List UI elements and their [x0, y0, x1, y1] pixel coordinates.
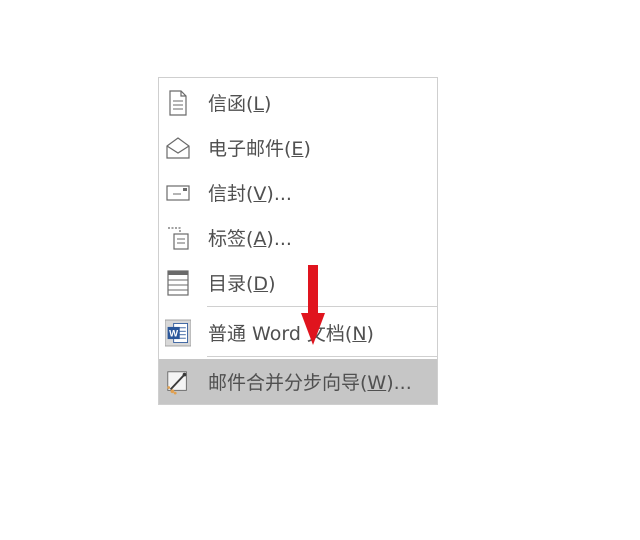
menu-item-label: 信封(V)... [208, 183, 292, 205]
start-mail-merge-menu: 信函(L) 电子邮件(E) 信封(V)... 标签(A)... 目录(D) W … [158, 77, 438, 405]
menu-item-label: 电子邮件(E) [208, 138, 311, 160]
menu-item-envelopes[interactable]: 信封(V)... [159, 170, 437, 215]
mail-merge-wizard-icon [165, 369, 191, 395]
menu-item-label: 邮件合并分步向导(W)... [208, 372, 412, 394]
menu-item-label: 信函(L) [208, 93, 272, 115]
menu-item-label: 目录(D) [208, 273, 276, 295]
envelope-icon [165, 180, 191, 206]
word-document-icon: W [165, 319, 191, 346]
menu-item-email[interactable]: 电子邮件(E) [159, 125, 437, 170]
svg-text:W: W [169, 328, 178, 339]
letter-icon [165, 89, 191, 116]
email-icon [165, 135, 191, 161]
menu-item-label: 普通 Word 文档(N) [208, 323, 374, 345]
menu-item-directory[interactable]: 目录(D) [159, 260, 437, 305]
menu-item-label: 标签(A)... [208, 228, 292, 250]
labels-icon [165, 225, 191, 251]
menu-item-labels[interactable]: 标签(A)... [159, 215, 437, 260]
annotation-arrow-icon [301, 265, 325, 345]
menu-item-letters[interactable]: 信函(L) [159, 80, 437, 125]
directory-icon [165, 269, 191, 296]
menu-item-normal-word-document[interactable]: W 普通 Word 文档(N) [159, 310, 437, 355]
menu-separator [207, 356, 437, 357]
menu-item-mail-merge-wizard[interactable]: 邮件合并分步向导(W)... [159, 359, 437, 404]
